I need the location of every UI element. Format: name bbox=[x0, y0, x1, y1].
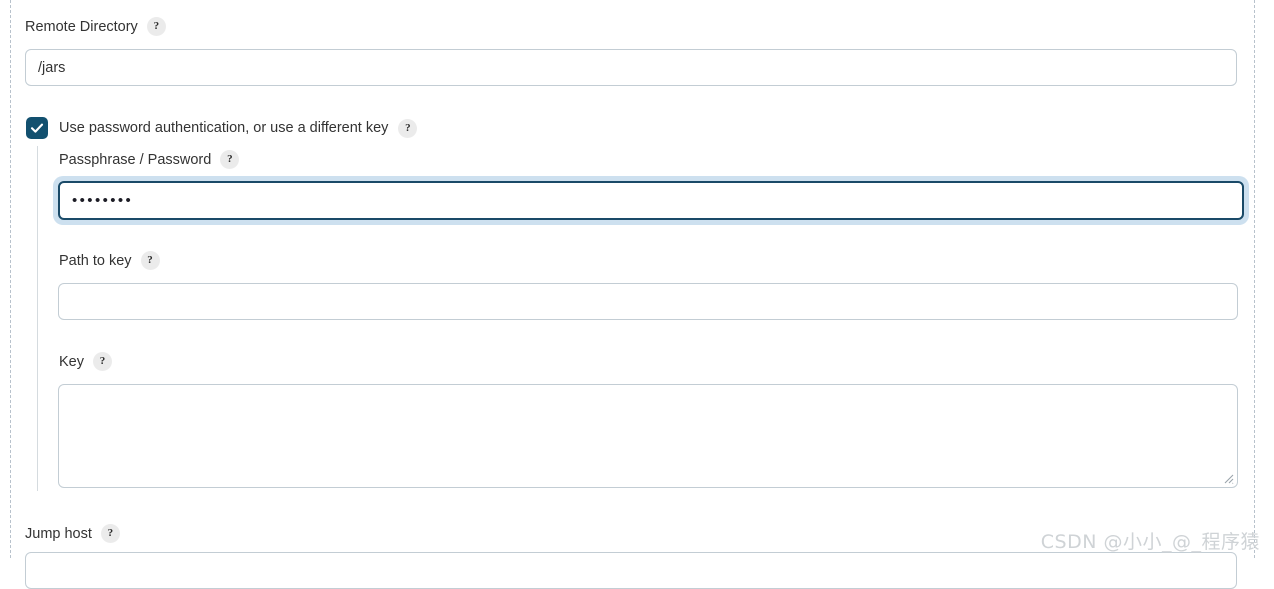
help-icon-remote-directory[interactable]: ? bbox=[146, 17, 166, 36]
key-textarea[interactable] bbox=[58, 384, 1238, 488]
remote-directory-input[interactable] bbox=[25, 49, 1237, 86]
passphrase-label: Passphrase / Password ? bbox=[59, 150, 240, 169]
use-password-auth-label: Use password authentication, or use a di… bbox=[59, 118, 418, 138]
passphrase-input[interactable] bbox=[58, 181, 1244, 220]
remote-directory-label: Remote Directory ? bbox=[25, 17, 166, 36]
indent-guide-line bbox=[37, 146, 38, 491]
use-password-auth-label-text: Use password authentication, or use a di… bbox=[59, 120, 389, 136]
path-to-key-label: Path to key ? bbox=[59, 251, 160, 270]
key-label: Key ? bbox=[59, 352, 112, 371]
passphrase-label-text: Passphrase / Password bbox=[59, 151, 212, 168]
path-to-key-label-text: Path to key bbox=[59, 252, 132, 269]
use-password-auth-row[interactable]: Use password authentication, or use a di… bbox=[26, 117, 418, 139]
path-to-key-input[interactable] bbox=[58, 283, 1238, 320]
help-icon-passphrase[interactable]: ? bbox=[220, 150, 240, 169]
use-password-auth-checkbox[interactable] bbox=[26, 117, 48, 139]
help-icon-path-to-key[interactable]: ? bbox=[140, 251, 160, 270]
help-icon-use-password-auth[interactable]: ? bbox=[398, 118, 418, 138]
jump-host-label: Jump host ? bbox=[25, 524, 120, 543]
check-icon bbox=[30, 123, 44, 133]
remote-directory-label-text: Remote Directory bbox=[25, 18, 138, 35]
csdn-watermark: CSDN @小小_@_程序猿 bbox=[1040, 531, 1260, 553]
help-icon-jump-host[interactable]: ? bbox=[100, 524, 120, 543]
passphrase-focus-ring bbox=[53, 176, 1249, 225]
jump-host-label-text: Jump host bbox=[25, 525, 92, 542]
key-label-text: Key bbox=[59, 353, 84, 370]
help-icon-key[interactable]: ? bbox=[93, 352, 112, 371]
